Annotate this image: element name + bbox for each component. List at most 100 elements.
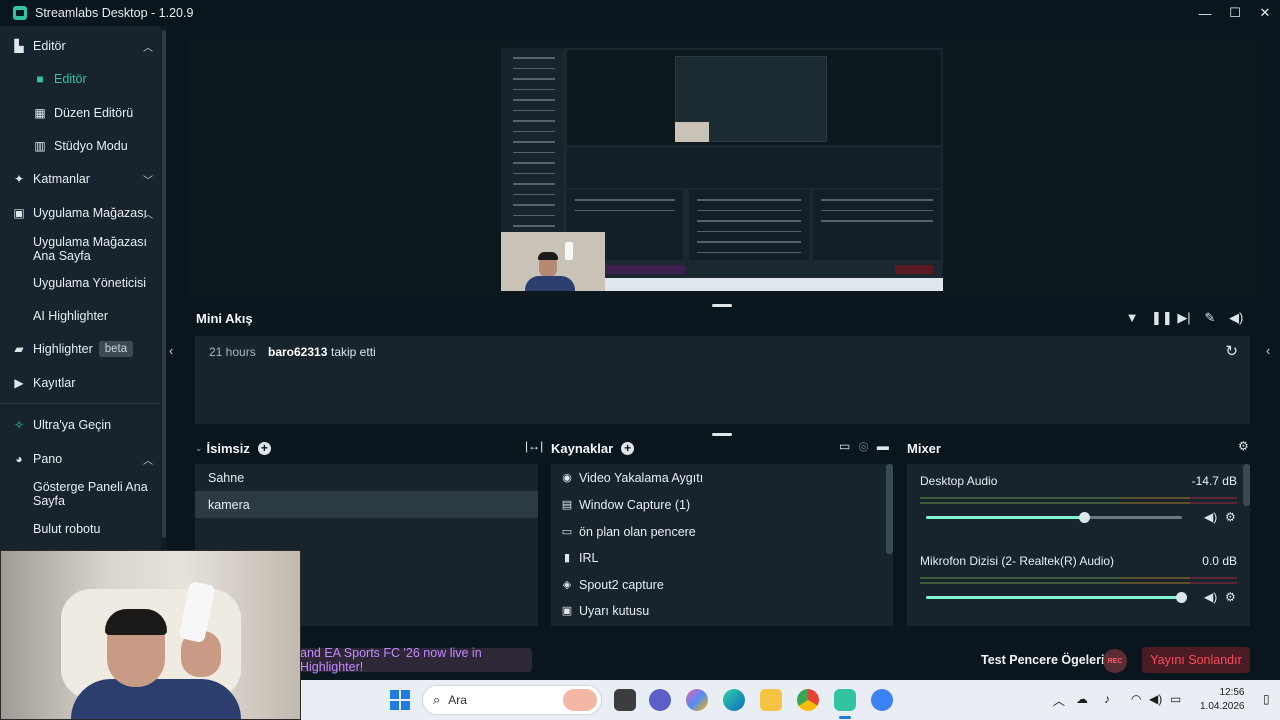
cloud-icon[interactable]: ☁ (1076, 692, 1088, 706)
filter-icon[interactable]: ▼ (1125, 310, 1139, 326)
highlighter-promo-banner[interactable]: and EA Sports FC '26 now live in Highlig… (300, 646, 532, 674)
sidebar-item-studio-mode[interactable]: ▥ Stüdyo Modu (0, 138, 161, 154)
folder-icon[interactable]: ▬ (877, 439, 889, 453)
title-bar: Streamlabs Desktop - 1.20.9 — ☐ ✕ (0, 0, 1280, 26)
source-item[interactable]: ▭ ön plan olan pencere (551, 518, 893, 545)
task-view-icon[interactable] (614, 689, 636, 711)
sidebar-scrollbar[interactable] (161, 26, 167, 550)
chevron-up-icon[interactable]: ︿ (1053, 692, 1065, 709)
sidebar-item-recordings[interactable]: ▶ Kayıtlar (0, 375, 161, 391)
chrome-icon[interactable] (797, 689, 819, 711)
skip-icon[interactable]: ▶| (1177, 310, 1191, 326)
add-source-button[interactable]: + (621, 441, 635, 455)
collapse-right-chevron-icon[interactable]: ‹ (1266, 343, 1270, 358)
end-stream-button[interactable]: Yayını Sonlandır (1142, 647, 1250, 673)
shield-icon: ◈ (562, 579, 572, 591)
sidebar-item-ai-highlighter[interactable]: AI Highlighter (0, 308, 161, 324)
volume-meter (1190, 577, 1237, 579)
volume-slider-knob[interactable] (1176, 592, 1187, 603)
sidebar-item-ultra[interactable]: ✧ Ultra'ya Geçin (0, 417, 161, 433)
sidebar-item-label: Uygulama Yöneticisi (33, 276, 147, 290)
file-explorer-icon[interactable] (760, 689, 782, 711)
teams-icon[interactable] (649, 689, 671, 711)
mute-alerts-icon[interactable]: ✎ (1203, 310, 1217, 326)
pause-icon[interactable]: ❚❚ (1151, 310, 1173, 326)
file-icon: ▮ (563, 552, 571, 564)
edge-icon[interactable] (723, 689, 745, 711)
scene-item[interactable]: Sahne (195, 464, 538, 491)
channel-name: Desktop Audio (920, 474, 998, 488)
sidebar-item-highlighter[interactable]: ▰ Highlighter beta (0, 340, 161, 358)
maximize-button[interactable]: ☐ (1220, 0, 1250, 26)
clock-date: 1.04.2026 (1200, 701, 1245, 712)
sidebar-item-app-store-home[interactable]: Uygulama Mağazası Ana Sayfa (0, 234, 161, 264)
minimize-button[interactable]: — (1190, 0, 1220, 26)
sidebar-item-app-manager[interactable]: Uygulama Yöneticisi (0, 275, 161, 291)
scene-transitions-icon[interactable]: |↔| (525, 439, 543, 453)
close-button[interactable]: ✕ (1250, 0, 1280, 26)
gear-icon[interactable]: ⚙ (1238, 439, 1249, 453)
source-label: ön plan olan pencere (579, 524, 696, 539)
streamlabs-logo-icon (13, 6, 27, 20)
source-item[interactable]: ▮ IRL (551, 544, 893, 571)
film-icon: ▰ (14, 342, 24, 356)
sidebar-item-cloudbot[interactable]: Bulut robotu (0, 521, 161, 537)
streamlabs-taskbar-icon[interactable] (834, 689, 856, 711)
record-button[interactable]: REC (1103, 649, 1127, 673)
sidebar-item-themes[interactable]: ✦ Katmanlar ﹀ (0, 171, 161, 187)
copilot-icon[interactable] (686, 689, 708, 711)
source-item[interactable]: ◉ Video Yakalama Aygıtı (551, 464, 893, 491)
preview-taskbar (605, 278, 943, 291)
app-icon[interactable] (871, 689, 893, 711)
chevron-down-icon[interactable]: ⌄ (195, 443, 203, 454)
preview-feed (567, 148, 941, 188)
sidebar-item-dashboard[interactable]: ◕ Pano ︿ (0, 451, 161, 467)
scene-item-selected[interactable]: kamera (195, 491, 538, 518)
sidebar-item-label: Pano (33, 452, 63, 466)
mixer-title: Mixer (907, 440, 941, 456)
battery-icon[interactable]: ▭ (1170, 692, 1181, 706)
taskbar-search[interactable]: ⌕ Ara (422, 685, 602, 715)
sidebar-item-app-store[interactable]: ▣ Uygulama Mağazası ︿ (0, 205, 161, 221)
editor-icon: ▙ (14, 39, 24, 53)
gear-icon[interactable]: ⚙ (1225, 510, 1236, 524)
collapse-left-chevron-icon[interactable]: ‹ (169, 343, 173, 358)
window-title: Streamlabs Desktop - 1.20.9 (35, 6, 194, 20)
source-grid-icon[interactable]: ▭ (839, 439, 850, 453)
sidebar-item-editor-section[interactable]: ▙ Editör ︿ (0, 38, 161, 54)
sidebar-item-label: Ultra'ya Geçin (33, 418, 112, 432)
gear-icon[interactable]: ⚙ (1225, 590, 1236, 604)
windows-start-icon[interactable] (390, 690, 410, 710)
sources-list: ◉ Video Yakalama Aygıtı ▤ Window Capture… (551, 464, 893, 626)
mixer-scrollbar[interactable] (1243, 464, 1250, 506)
add-scene-button[interactable]: + (257, 441, 271, 455)
volume-meter (1120, 577, 1190, 579)
sidebar-item-editor[interactable]: ■ Editör (0, 71, 161, 87)
volume-slider-knob[interactable] (1079, 512, 1090, 523)
source-item[interactable]: ▤ Window Capture (1) (551, 491, 893, 518)
source-item[interactable]: ▣ Uyarı kutusu (551, 597, 893, 624)
search-icon: ⌕ (433, 692, 441, 707)
refresh-icon[interactable]: ↻ (1225, 342, 1238, 360)
resize-handle[interactable] (712, 433, 732, 436)
taskbar-clock[interactable]: 12:56 1.04.2026 (1200, 686, 1245, 714)
scene-collection-title[interactable]: İsimsiz (207, 441, 250, 456)
notifications-icon[interactable]: ▯ (1263, 692, 1270, 706)
volume-meter (1190, 502, 1237, 504)
source-item[interactable]: ◈ Spout2 capture (551, 571, 893, 598)
stream-preview[interactable] (501, 40, 943, 291)
sidebar-item-dashboard-home[interactable]: Gösterge Paneli Ana Sayfa (0, 479, 161, 509)
microphone-icon[interactable]: ♪ (1104, 692, 1110, 706)
volume-meter (920, 497, 1120, 499)
sidebar-item-layout-editor[interactable]: ▦ Düzen Editörü (0, 105, 161, 121)
group-icon[interactable]: ◎ (858, 439, 868, 453)
volume-meter (1120, 582, 1190, 584)
volume-icon[interactable]: ◀) (1229, 310, 1243, 326)
speaker-icon[interactable]: ◀) (1204, 590, 1217, 604)
wifi-icon[interactable]: ◠ (1131, 692, 1141, 706)
ultra-icon: ✧ (13, 418, 25, 432)
speaker-icon[interactable]: ◀) (1204, 510, 1217, 524)
sources-scrollbar[interactable] (886, 464, 893, 554)
volume-icon[interactable]: ◀) (1149, 692, 1162, 706)
test-widgets-button[interactable]: Test Pencere Ögeleri (981, 653, 1104, 667)
